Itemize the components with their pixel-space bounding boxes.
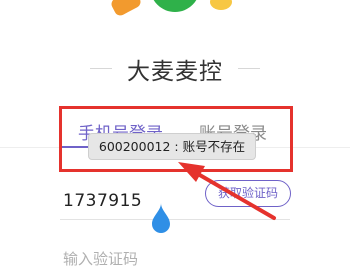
get-code-button[interactable]: 获取验证码 bbox=[205, 180, 291, 207]
text-cursor-handle-icon[interactable] bbox=[151, 203, 171, 233]
logo-leaf-yellow bbox=[210, 0, 232, 10]
error-toast: 600200012 : 账号不存在 bbox=[88, 133, 256, 160]
logo-icon bbox=[150, 0, 200, 12]
title-divider-right bbox=[238, 68, 260, 69]
app-title: 大麦麦控 bbox=[127, 59, 223, 85]
logo-leaf-orange bbox=[109, 0, 143, 18]
phone-input-underline bbox=[60, 219, 290, 220]
phone-input[interactable]: 1737915 bbox=[63, 191, 142, 211]
title-divider-left bbox=[90, 68, 112, 69]
